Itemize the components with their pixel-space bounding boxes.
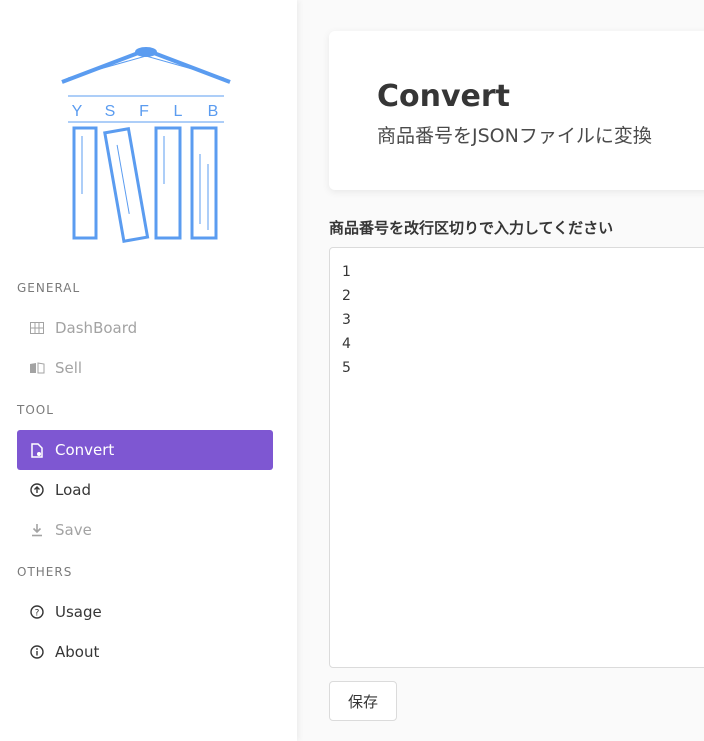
page-title: Convert xyxy=(377,79,511,114)
logo-letter: Y xyxy=(72,103,83,120)
ysflb-logo: Y S F L B xyxy=(61,47,231,243)
logo-letter: B xyxy=(208,103,219,120)
dashboard-icon xyxy=(29,320,45,336)
svg-text:?: ? xyxy=(35,609,40,619)
logo-letter: S xyxy=(105,103,116,120)
product-numbers-textarea[interactable]: 1 2 3 4 5 xyxy=(329,247,704,668)
page-subtitle: 商品番号をJSONファイルに変換 xyxy=(377,125,652,147)
sidebar-item-usage[interactable]: ? Usage xyxy=(17,592,273,632)
file-icon xyxy=(29,442,45,458)
question-icon: ? xyxy=(29,604,45,620)
info-icon xyxy=(29,644,45,660)
sidebar-item-label: About xyxy=(55,643,100,661)
sidebar-item-label: Usage xyxy=(55,603,102,621)
page-header-card: Convert 商品番号をJSONファイルに変換 xyxy=(329,31,704,190)
product-numbers-label: 商品番号を改行区切りで入力してください xyxy=(329,219,614,237)
sidebar-item-convert[interactable]: Convert xyxy=(17,430,273,470)
sidebar-item-label: Load xyxy=(55,481,91,499)
upload-circle-icon xyxy=(29,482,45,498)
sidebar-item-save[interactable]: Save xyxy=(17,510,273,550)
sidebar-item-dashboard[interactable]: DashBoard xyxy=(17,308,273,348)
download-icon xyxy=(29,522,45,538)
menu-label-tool: TOOL xyxy=(17,403,54,417)
logo-letter: F xyxy=(139,103,149,120)
save-button[interactable]: 保存 xyxy=(329,681,397,721)
sidebar-item-label: Sell xyxy=(55,359,83,377)
sidebar-item-load[interactable]: Load xyxy=(17,470,273,510)
sidebar-item-label: DashBoard xyxy=(55,319,138,337)
logo-letter: L xyxy=(174,103,183,120)
sidebar-item-label: Convert xyxy=(55,441,115,459)
app-window: Y S F L B GENERAL DashBoard Sell TOOL Co… xyxy=(0,0,704,741)
sidebar-item-label: Save xyxy=(55,521,92,539)
sidebar-item-about[interactable]: About xyxy=(17,632,273,672)
menu-label-others: OTHERS xyxy=(17,565,73,579)
sell-icon xyxy=(29,360,45,376)
menu-label-general: GENERAL xyxy=(17,281,81,295)
sidebar: Y S F L B GENERAL DashBoard Sell TOOL Co… xyxy=(0,0,297,741)
sidebar-item-sell[interactable]: Sell xyxy=(17,348,273,388)
